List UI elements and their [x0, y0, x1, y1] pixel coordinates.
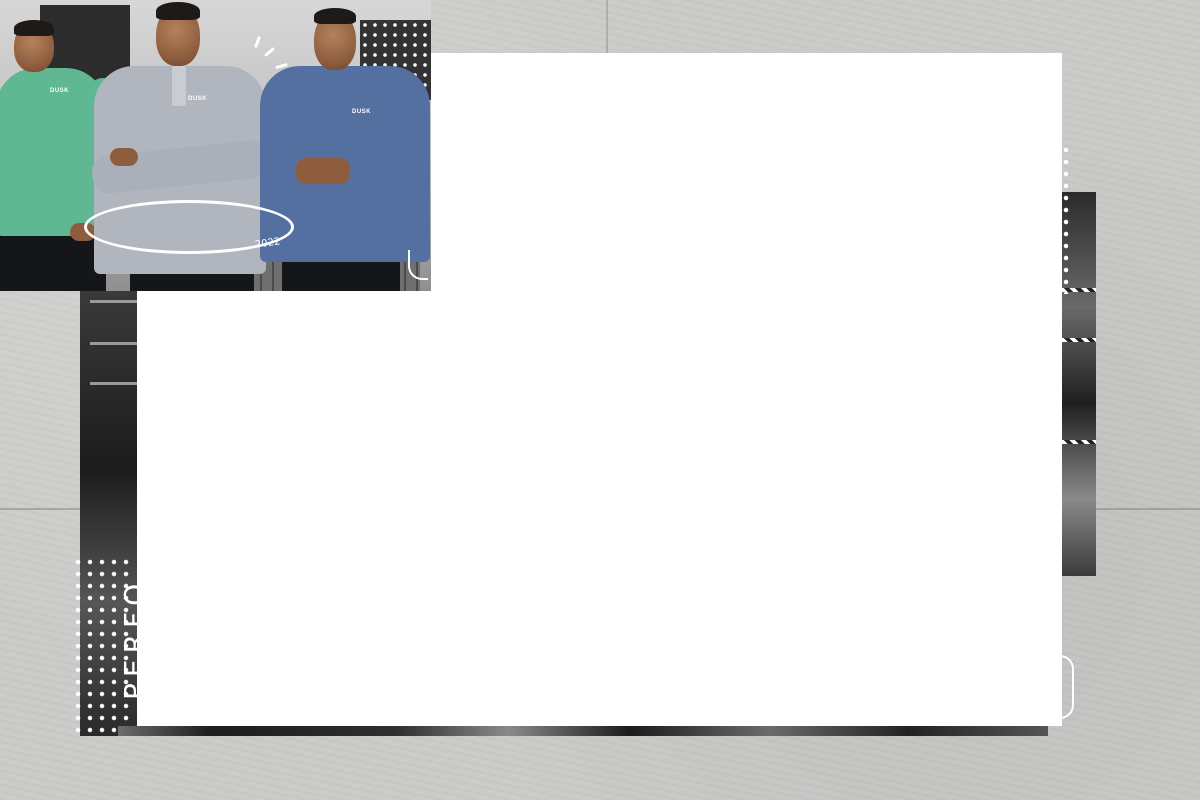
- shirt-logo: DUSK: [188, 96, 208, 102]
- bottom-graphic-strip: [118, 726, 1048, 736]
- shirt-logo: DUSK: [352, 109, 372, 115]
- shirt-logo: DUSK: [50, 88, 70, 94]
- model-blue-long-sleeve: DUSK: [258, 8, 431, 291]
- hero-product-image[interactable]: DUSK DUSK DUSK 2022: [0, 0, 431, 291]
- dot-pattern-right: [1060, 144, 1074, 294]
- decorative-squiggle: [408, 250, 428, 280]
- wall-seam-vertical: [606, 0, 608, 56]
- dot-pattern-left: [72, 556, 134, 736]
